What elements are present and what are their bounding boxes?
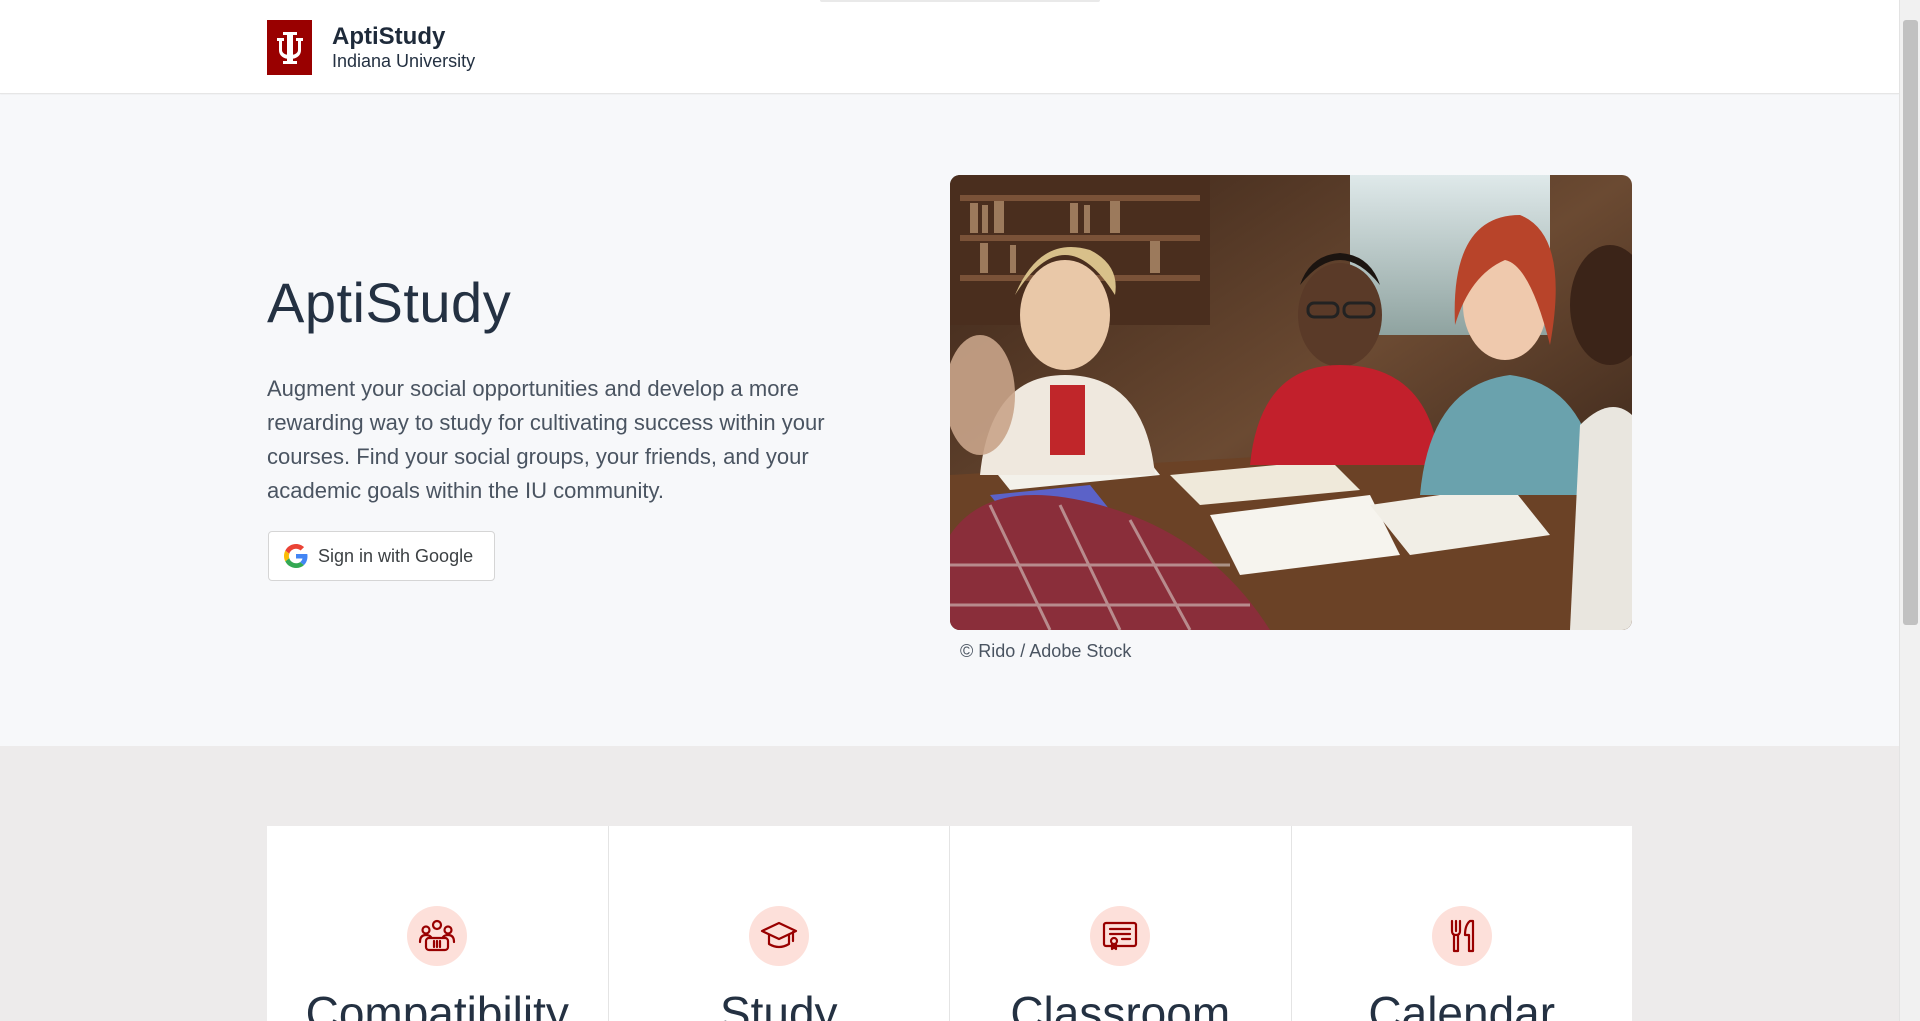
site-header: AptiStudy Indiana University	[0, 0, 1899, 94]
google-signin-label: Sign in with Google	[318, 545, 474, 566]
certificate-icon	[1090, 906, 1151, 966]
feature-title: Study	[719, 987, 838, 1021]
scrollbar-thumb[interactable]	[1903, 20, 1918, 625]
feature-card-classroom[interactable]: Classroom	[950, 826, 1292, 1021]
group-icon	[407, 906, 468, 966]
features-section: Compatibility Study Classroom Calendar	[0, 746, 1899, 1021]
feature-title: Compatibility	[305, 987, 569, 1021]
hero-section: AptiStudy Augment your social opportunit…	[0, 95, 1899, 746]
feature-card-calendar[interactable]: Calendar	[1291, 826, 1632, 1021]
top-tab-edge	[820, 0, 1100, 2]
university-name: Indiana University	[332, 50, 476, 71]
google-icon	[284, 544, 308, 568]
students-studying-photo	[950, 175, 1632, 630]
feature-title: Classroom	[1010, 987, 1231, 1021]
app-title: AptiStudy	[332, 22, 446, 50]
feature-card-study[interactable]: Study	[608, 826, 950, 1021]
feature-cards: Compatibility Study Classroom Calendar	[267, 826, 1632, 1021]
hero-title: AptiStudy	[267, 271, 512, 334]
page-scrollbar[interactable]	[1899, 0, 1920, 1021]
brand[interactable]: AptiStudy Indiana University	[267, 20, 475, 75]
feature-title: Calendar	[1368, 987, 1556, 1021]
graduation-cap-icon	[748, 906, 809, 966]
hero-description: Augment your social opportunities and de…	[267, 376, 825, 503]
google-signin-button[interactable]: Sign in with Google	[268, 531, 495, 581]
feature-card-compatibility[interactable]: Compatibility	[267, 826, 609, 1021]
iu-trident-logo-icon	[267, 20, 312, 75]
image-credit: © Rido / Adobe Stock	[960, 641, 1132, 661]
fork-knife-icon	[1431, 906, 1492, 966]
